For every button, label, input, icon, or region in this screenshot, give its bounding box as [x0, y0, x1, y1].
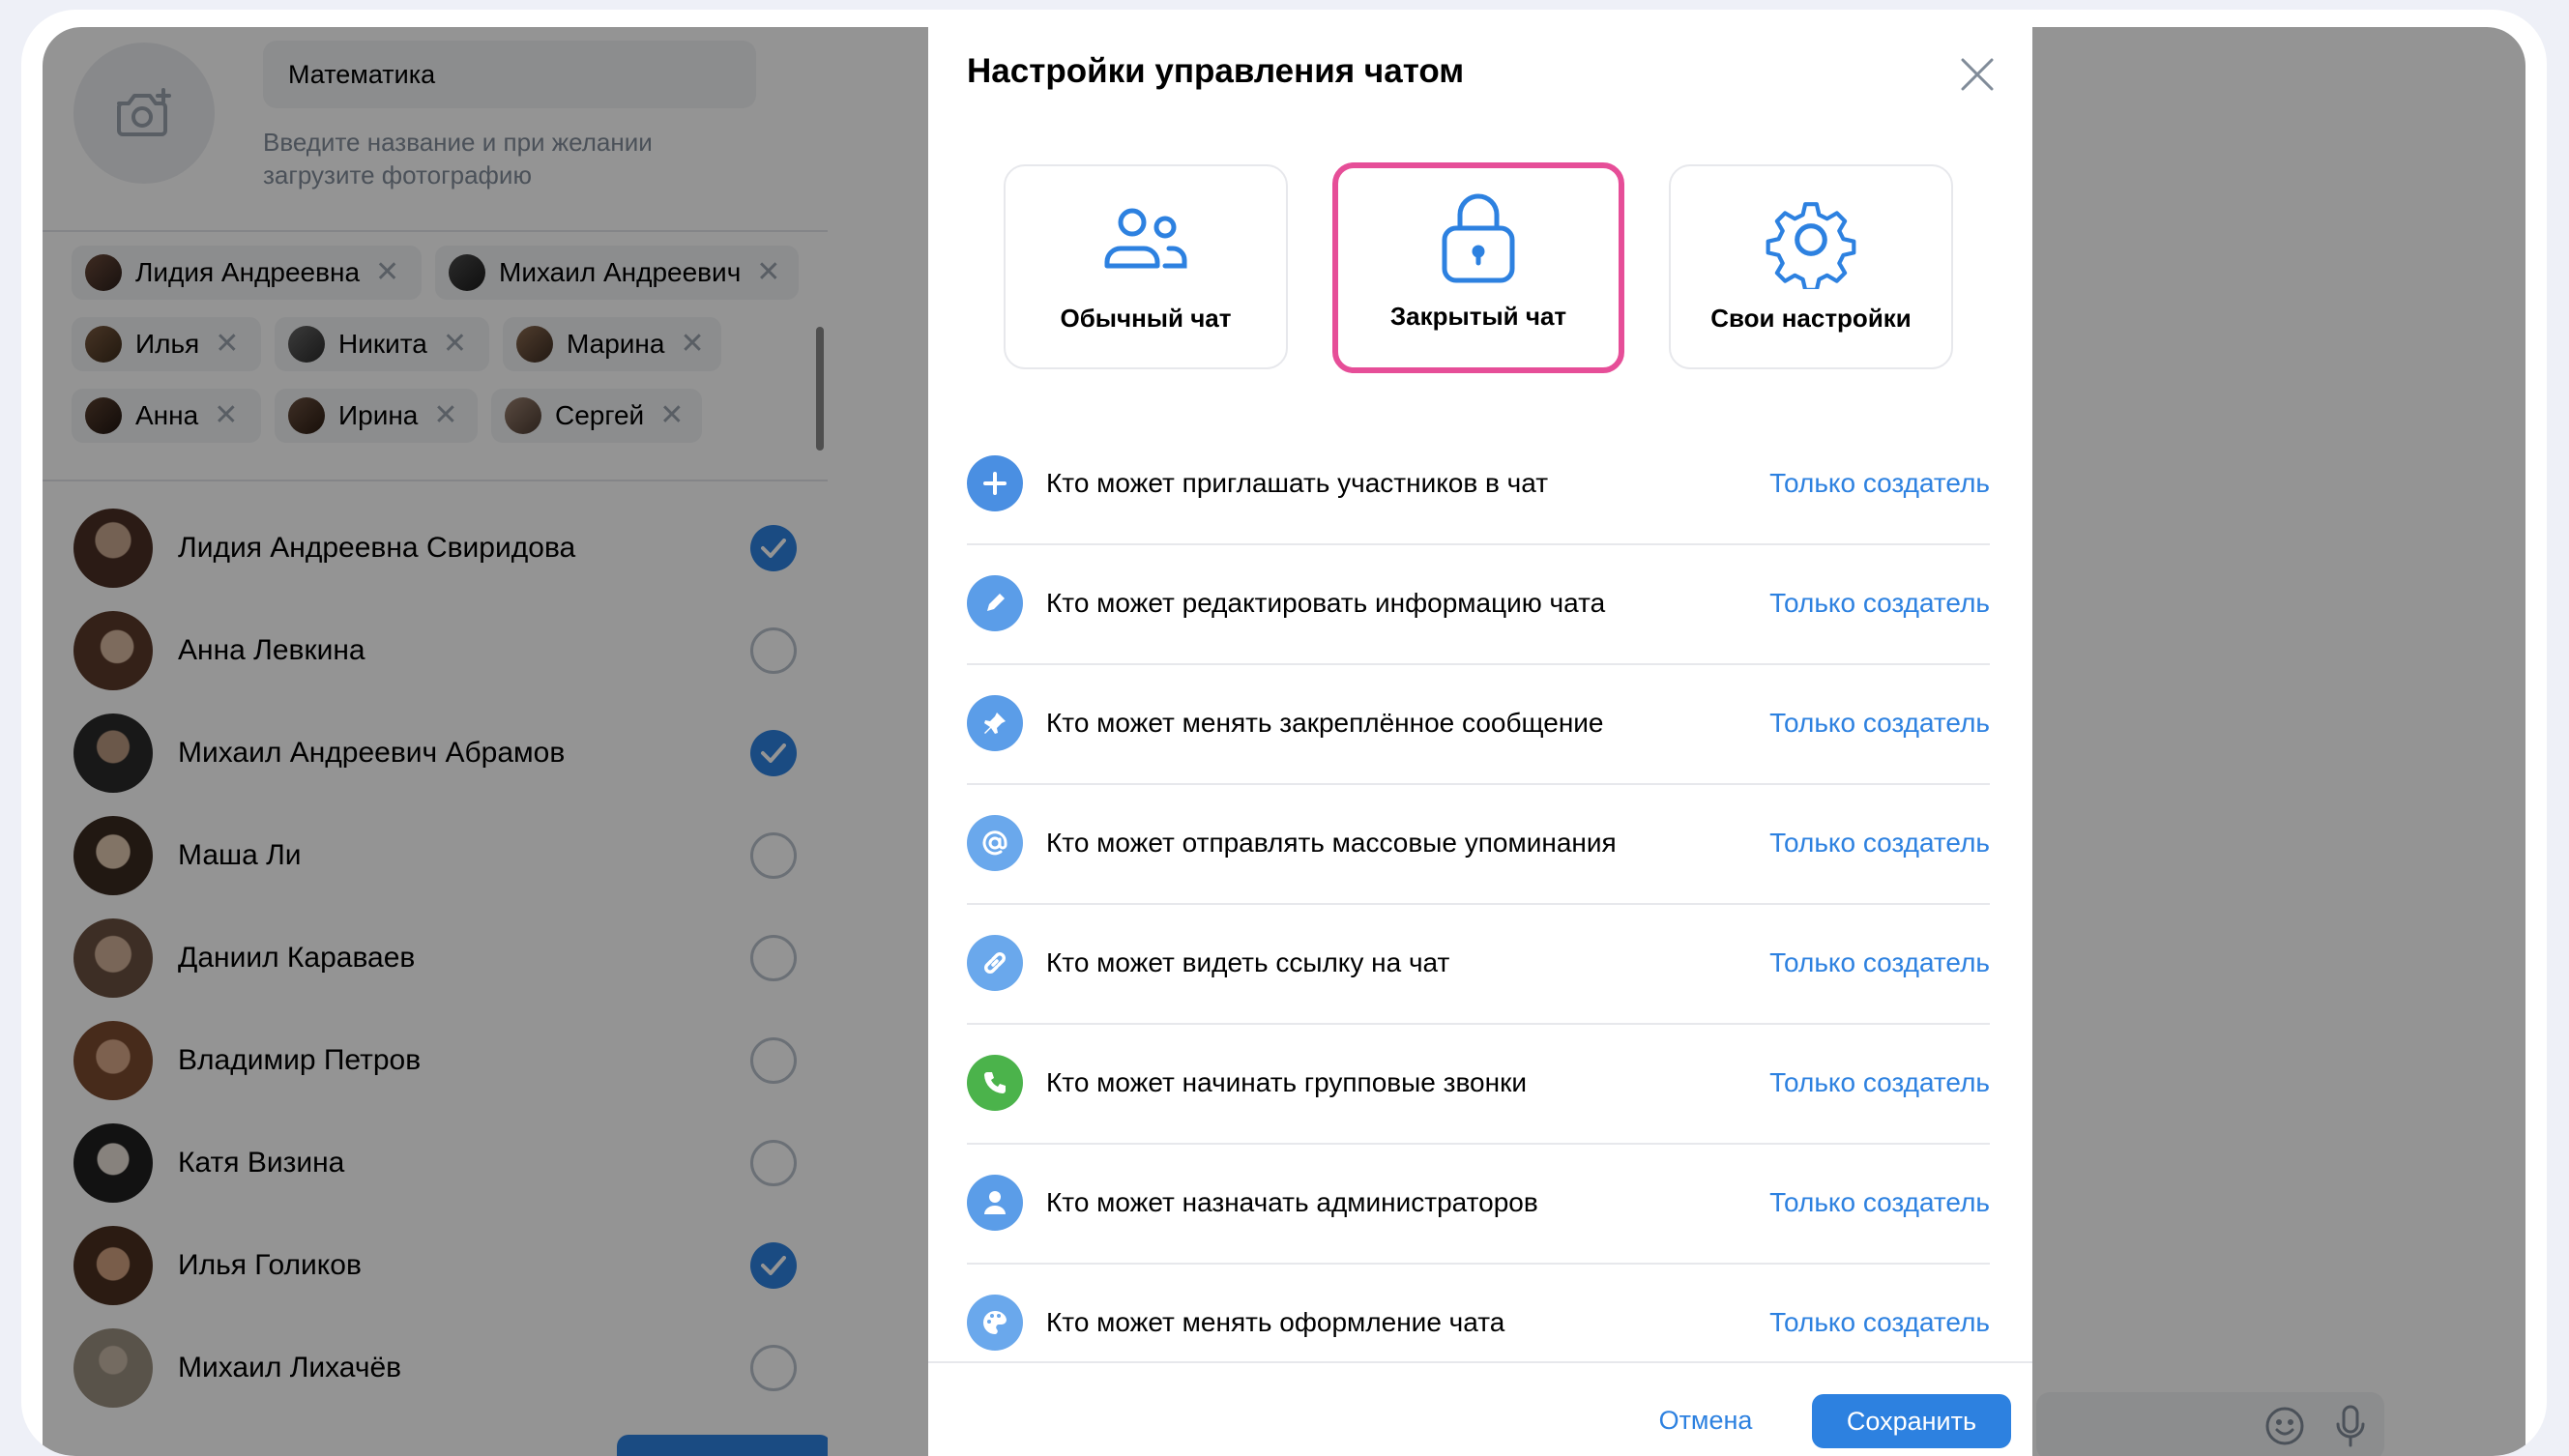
pencil-icon [987, 594, 1005, 611]
setting-label: Кто может менять закреплённое сообщение [1046, 708, 1604, 738]
setting-value-link[interactable]: Только создатель [1769, 588, 1990, 619]
setting-row-appearance[interactable]: Кто может менять оформление чата Только … [967, 1263, 1990, 1383]
setting-row-calls[interactable]: Кто может начинать групповые звонки Толь… [967, 1023, 1990, 1143]
at-icon [982, 830, 1007, 856]
setting-value-link[interactable]: Только создатель [1769, 828, 1990, 859]
setting-icon-wrap [967, 935, 1023, 991]
setting-row-pinned[interactable]: Кто может менять закреплённое сообщение … [967, 663, 1990, 783]
palette-icon [983, 1310, 1007, 1334]
setting-icon-wrap [967, 1295, 1023, 1351]
close-button[interactable] [1953, 50, 2001, 99]
setting-row-invite[interactable]: Кто может приглашать участников в чат То… [967, 423, 1990, 543]
chat-settings-modal: Настройки управления чатом Обычный чат З… [928, 27, 2032, 1456]
setting-icon-wrap [967, 1055, 1023, 1111]
mode-label: Обычный чат [1060, 304, 1232, 333]
phone-icon [984, 1072, 1006, 1093]
gear-icon [1766, 202, 1856, 289]
mode-label: Свои настройки [1710, 304, 1912, 333]
setting-value-link[interactable]: Только создатель [1769, 708, 1990, 739]
setting-value-link[interactable]: Только создатель [1769, 1067, 1990, 1098]
setting-row-edit-info[interactable]: Кто может редактировать информацию чата … [967, 543, 1990, 663]
setting-value-link[interactable]: Только создатель [1769, 1307, 1990, 1338]
user-icon [984, 1191, 1006, 1214]
close-icon [1961, 58, 1994, 91]
cancel-button[interactable]: Отмена [1648, 1394, 1764, 1446]
mode-label: Закрытый чат [1389, 302, 1567, 331]
setting-icon-wrap [967, 695, 1023, 751]
setting-value-link[interactable]: Только создатель [1769, 947, 1990, 978]
setting-label: Кто может менять оформление чата [1046, 1307, 1505, 1337]
mode-card-custom[interactable]: Свои настройки [1669, 164, 1953, 369]
setting-icon-wrap [967, 815, 1023, 871]
link-icon [984, 952, 1006, 974]
setting-row-admins[interactable]: Кто может назначать администраторов Толь… [967, 1143, 1990, 1263]
setting-row-link[interactable]: Кто может видеть ссылку на чат Только со… [967, 903, 1990, 1023]
setting-row-mentions[interactable]: Кто может отправлять массовые упоминания… [967, 783, 1990, 903]
setting-label: Кто может начинать групповые звонки [1046, 1067, 1527, 1097]
setting-icon-wrap [967, 575, 1023, 631]
setting-label: Кто может отправлять массовые упоминания [1046, 828, 1617, 858]
mode-card-closed[interactable]: Закрытый чат [1332, 162, 1624, 373]
setting-icon-wrap [967, 1175, 1023, 1231]
app-screen: Введите название и при желании загрузите… [43, 27, 2525, 1456]
footer-divider [928, 1361, 2032, 1363]
save-button[interactable]: Сохранить [1812, 1394, 2011, 1448]
setting-value-link[interactable]: Только создатель [1769, 1187, 1990, 1218]
users-icon [1104, 208, 1187, 269]
modal-title: Настройки управления чатом [967, 52, 1465, 90]
mode-card-regular[interactable]: Обычный чат [1004, 164, 1288, 369]
plus-icon [983, 472, 1007, 495]
lock-icon [1442, 193, 1515, 283]
pin-icon [984, 713, 1006, 734]
setting-label: Кто может назначать администраторов [1046, 1187, 1538, 1217]
setting-label: Кто может редактировать информацию чата [1046, 588, 1606, 618]
setting-label: Кто может приглашать участников в чат [1046, 468, 1549, 498]
setting-label: Кто может видеть ссылку на чат [1046, 947, 1450, 977]
setting-value-link[interactable]: Только создатель [1769, 468, 1990, 499]
device-frame: Введите название и при желании загрузите… [21, 10, 2547, 1456]
setting-icon-wrap [967, 455, 1023, 511]
